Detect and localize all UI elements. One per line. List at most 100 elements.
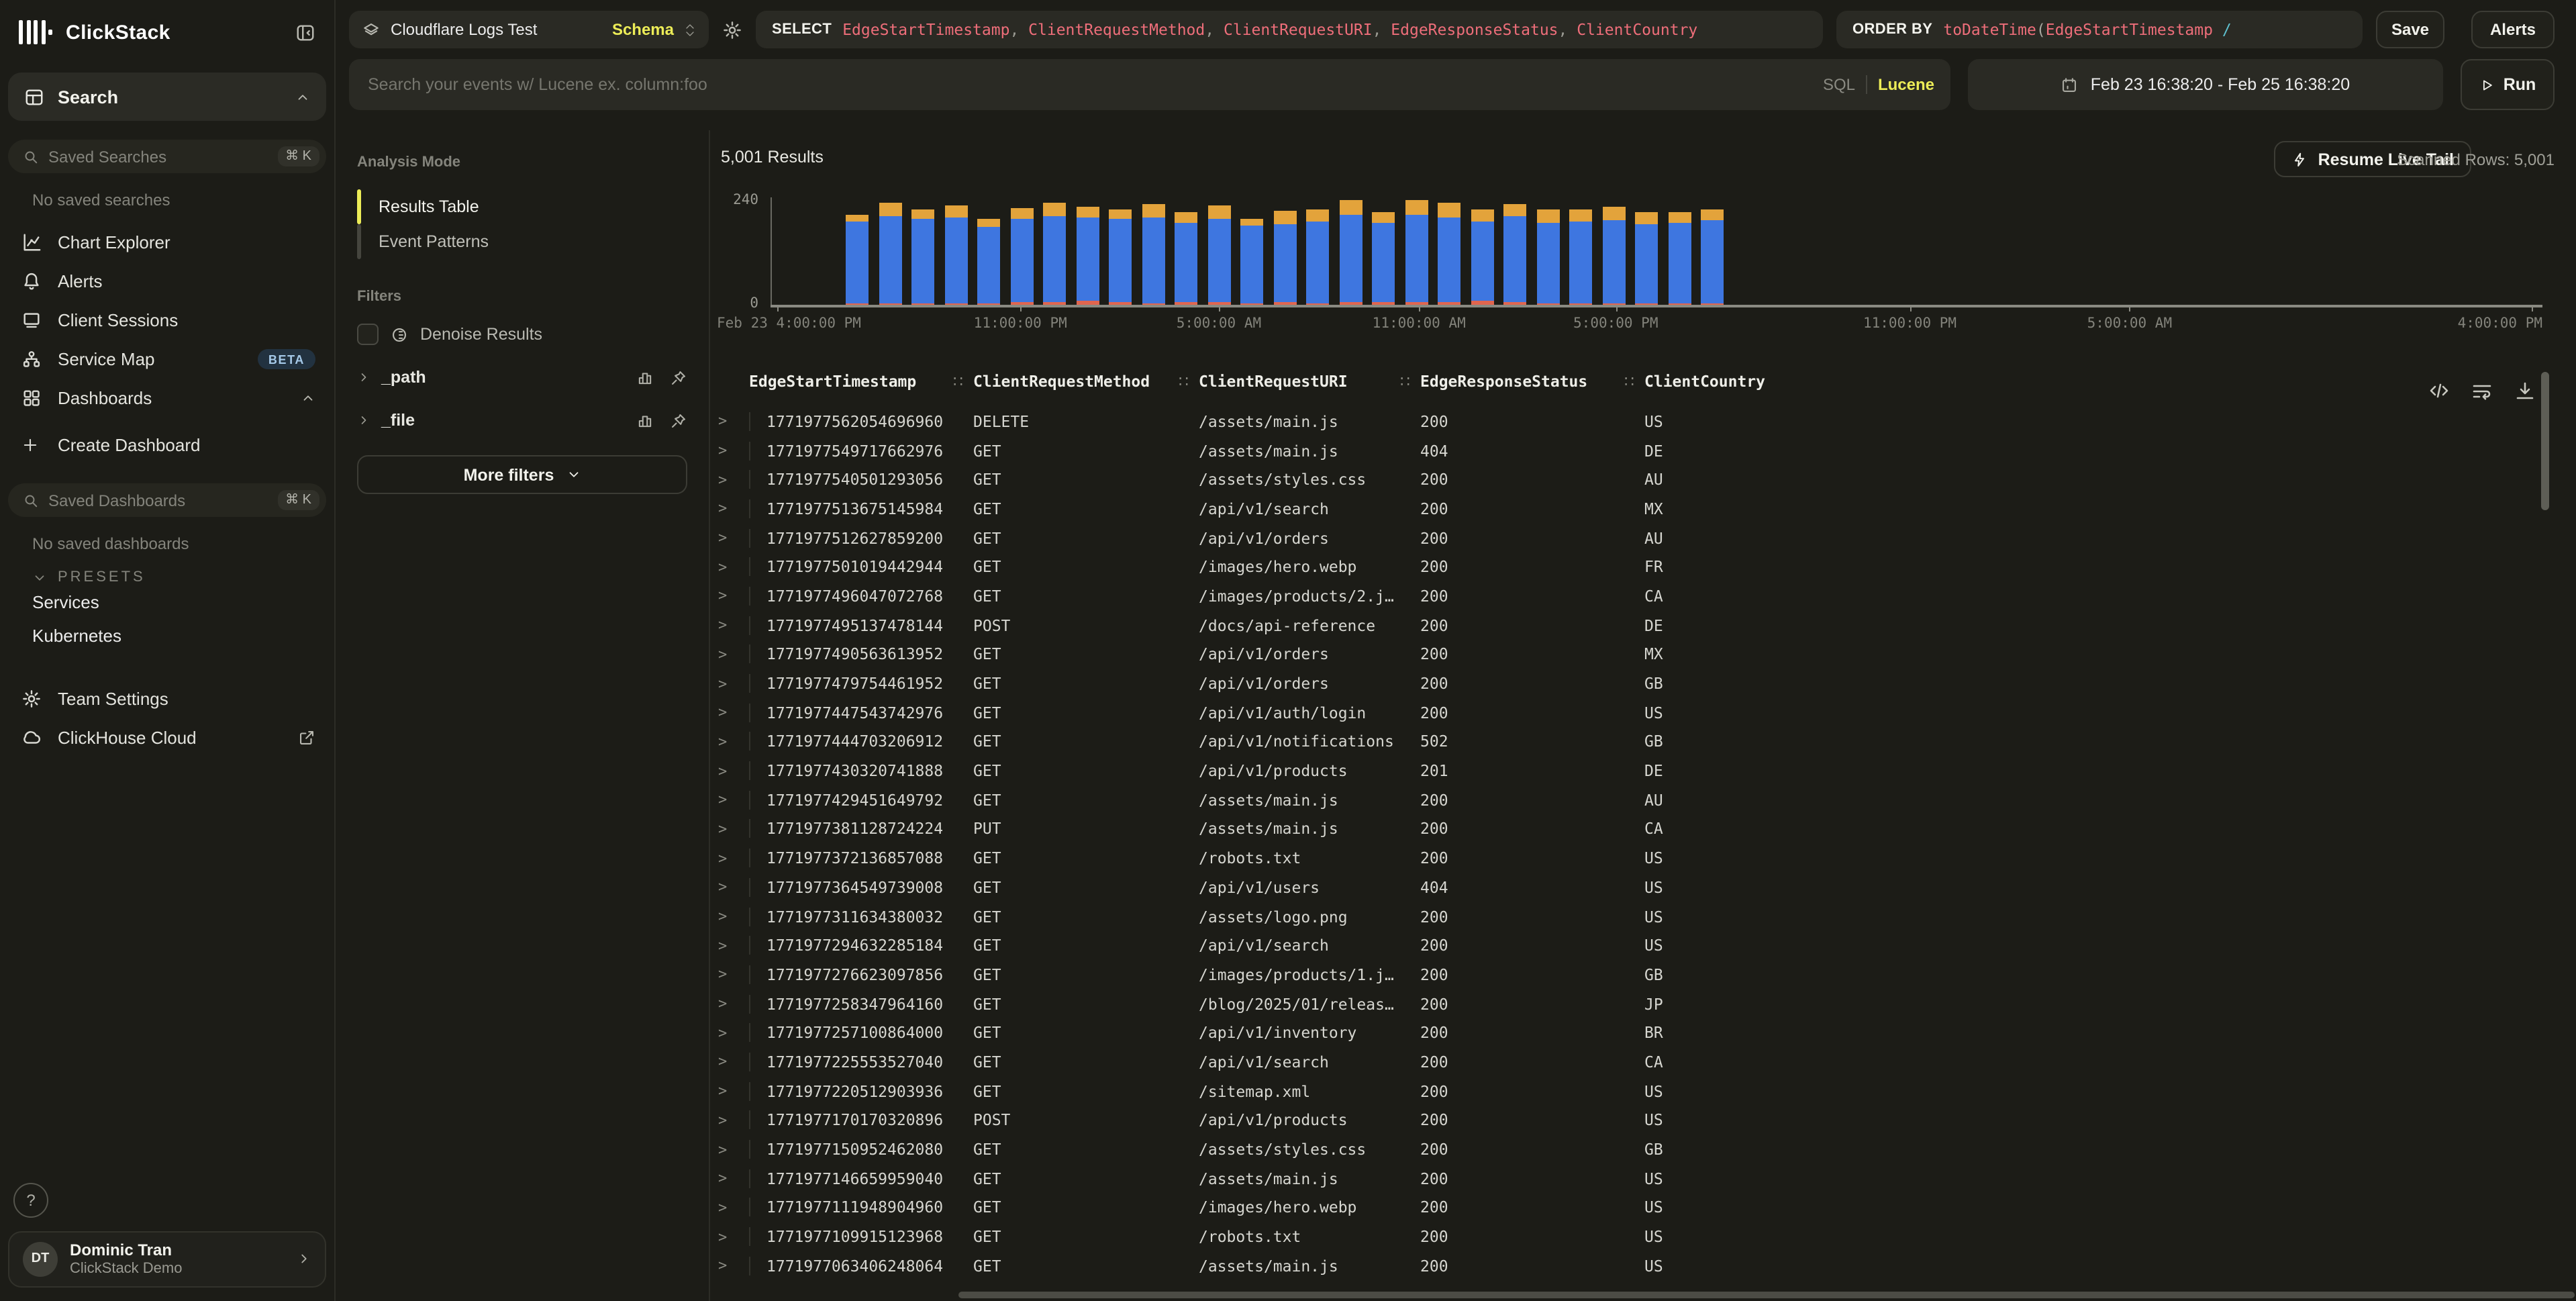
histogram-plot[interactable] xyxy=(771,197,2542,305)
horizontal-scrollbar[interactable] xyxy=(958,1292,2575,1298)
table-row[interactable]: >1771977447543742976GET/api/v1/auth/logi… xyxy=(715,698,2525,727)
order-by-input[interactable]: ORDER BY toDateTime(EdgeStartTimestamp / xyxy=(1836,11,2363,48)
expand-row-chevron-icon[interactable]: > xyxy=(715,733,749,751)
histogram-bar[interactable] xyxy=(977,219,1000,305)
mode-results-table[interactable]: Results Table xyxy=(357,189,687,224)
event-search-bar[interactable]: SQL Lucene xyxy=(349,59,1950,110)
table-row[interactable]: >1771977512627859200GET/api/v1/orders200… xyxy=(715,524,2525,552)
column-grip-icon[interactable]: ∷ xyxy=(1400,372,1410,391)
mode-event-patterns[interactable]: Event Patterns xyxy=(357,224,687,259)
expand-row-chevron-icon[interactable]: > xyxy=(715,616,749,634)
table-row[interactable]: >1771977146659959040GET/assets/main.js20… xyxy=(715,1164,2525,1193)
histogram-bar[interactable] xyxy=(1076,207,1099,305)
histogram-bar[interactable] xyxy=(846,215,869,305)
sidebar-item-dashboards[interactable]: Dashboards xyxy=(0,379,334,418)
create-dashboard-button[interactable]: Create Dashboard xyxy=(0,426,334,465)
presets-header[interactable]: PRESETS xyxy=(32,569,334,585)
field-chart-icon[interactable] xyxy=(636,369,654,386)
expand-row-chevron-icon[interactable]: > xyxy=(715,1169,749,1187)
expand-row-chevron-icon[interactable]: > xyxy=(715,587,749,605)
pin-icon[interactable] xyxy=(670,369,687,386)
column-header[interactable]: ∷ClientRequestMethod xyxy=(973,372,1199,391)
denoise-checkbox[interactable] xyxy=(357,324,379,345)
column-header[interactable]: ∷ClientRequestURI xyxy=(1199,372,1420,391)
histogram-bar[interactable] xyxy=(1372,213,1395,305)
table-row[interactable]: >1771977311634380032GET/assets/logo.png2… xyxy=(715,902,2525,930)
source-settings-gear-icon[interactable] xyxy=(722,11,742,48)
sidebar-item-search[interactable]: Search xyxy=(8,73,326,121)
histogram-bar[interactable] xyxy=(911,209,934,305)
column-grip-icon[interactable]: ∷ xyxy=(1179,372,1189,391)
sidebar-item-clickhouse-cloud[interactable]: ClickHouse Cloud xyxy=(0,718,334,757)
filter-field-file[interactable]: _file xyxy=(357,399,687,442)
table-row[interactable]: >1771977513675145984GET/api/v1/search200… xyxy=(715,494,2525,523)
table-row[interactable]: >1771977501019442944GET/images/hero.webp… xyxy=(715,552,2525,581)
histogram-bar[interactable] xyxy=(1306,209,1329,305)
expand-row-chevron-icon[interactable]: > xyxy=(715,995,749,1012)
table-row[interactable]: >1771977372136857088GET/robots.txt200US xyxy=(715,844,2525,873)
field-chart-icon[interactable] xyxy=(636,412,654,429)
table-row[interactable]: >1771977479754461952GET/api/v1/orders200… xyxy=(715,669,2525,697)
expand-row-chevron-icon[interactable]: > xyxy=(715,966,749,983)
expand-row-chevron-icon[interactable]: > xyxy=(715,500,749,518)
expand-row-chevron-icon[interactable]: > xyxy=(715,1228,749,1245)
table-row[interactable]: >1771977220512903936GET/sitemap.xml200US xyxy=(715,1077,2525,1106)
table-row[interactable]: >1771977111948904960GET/images/hero.webp… xyxy=(715,1193,2525,1222)
histogram-bar[interactable] xyxy=(1240,219,1263,305)
expand-row-chevron-icon[interactable]: > xyxy=(715,849,749,867)
histogram-bar[interactable] xyxy=(1536,209,1559,305)
expand-row-chevron-icon[interactable]: > xyxy=(715,1024,749,1042)
expand-row-chevron-icon[interactable]: > xyxy=(715,471,749,488)
expand-row-chevron-icon[interactable]: > xyxy=(715,820,749,838)
select-clause-input[interactable]: SELECT EdgeStartTimestamp, ClientRequest… xyxy=(756,11,1823,48)
histogram-bar[interactable] xyxy=(1471,209,1493,305)
user-profile-card[interactable]: DT Dominic Tran ClickStack Demo xyxy=(8,1231,326,1288)
expand-row-chevron-icon[interactable]: > xyxy=(715,646,749,663)
histogram-bar[interactable] xyxy=(1207,206,1230,305)
run-button[interactable]: Run xyxy=(2461,59,2555,110)
alerts-button[interactable]: Alerts xyxy=(2471,11,2555,48)
histogram-bar[interactable] xyxy=(1043,202,1066,305)
table-row[interactable]: >1771977294632285184GET/api/v1/search200… xyxy=(715,931,2525,960)
sidebar-item-service-map[interactable]: Service Map BETA xyxy=(0,340,334,379)
expand-row-chevron-icon[interactable]: > xyxy=(715,1053,749,1071)
column-header[interactable]: ∷EdgeResponseStatus xyxy=(1420,372,1644,391)
table-row[interactable]: >1771977430320741888GET/api/v1/products2… xyxy=(715,757,2525,785)
table-row[interactable]: >1771977225553527040GET/api/v1/search200… xyxy=(715,1047,2525,1076)
histogram-bar[interactable] xyxy=(1635,212,1658,305)
histogram-bar[interactable] xyxy=(1405,200,1428,305)
histogram-bar[interactable] xyxy=(1339,201,1362,305)
table-row[interactable]: >1771977549717662976GET/assets/main.js40… xyxy=(715,436,2525,465)
histogram-bar[interactable] xyxy=(944,205,967,305)
column-grip-icon[interactable]: ∷ xyxy=(1624,372,1634,391)
expand-row-chevron-icon[interactable]: > xyxy=(715,413,749,430)
histogram-bar[interactable] xyxy=(879,203,901,305)
table-row[interactable]: >1771977170170320896POST/api/v1/products… xyxy=(715,1106,2525,1135)
table-row[interactable]: >1771977444703206912GET/api/v1/notificat… xyxy=(715,727,2525,756)
histogram-bar[interactable] xyxy=(1668,212,1691,305)
preset-item-services[interactable]: Services xyxy=(0,585,334,619)
source-selector[interactable]: Cloudflare Logs Test Schema xyxy=(349,11,709,48)
table-row[interactable]: >1771977562054696960DELETE/assets/main.j… xyxy=(715,407,2525,436)
table-row[interactable]: >1771977540501293056GET/assets/styles.cs… xyxy=(715,465,2525,494)
table-row[interactable]: >1771977429451649792GET/assets/main.js20… xyxy=(715,785,2525,814)
expand-row-chevron-icon[interactable]: > xyxy=(715,1257,749,1275)
expand-row-chevron-icon[interactable]: > xyxy=(715,675,749,692)
expand-row-chevron-icon[interactable]: > xyxy=(715,1199,749,1216)
table-row[interactable]: >1771977490563613952GET/api/v1/orders200… xyxy=(715,640,2525,669)
histogram-bar[interactable] xyxy=(1438,203,1460,305)
save-button[interactable]: Save xyxy=(2376,11,2444,48)
collapse-sidebar-icon[interactable] xyxy=(295,22,315,42)
expand-row-chevron-icon[interactable]: > xyxy=(715,936,749,954)
pin-icon[interactable] xyxy=(670,412,687,429)
expand-row-chevron-icon[interactable]: > xyxy=(715,879,749,896)
table-row[interactable]: >1771977063406248064GET/assets/main.js20… xyxy=(715,1251,2525,1280)
saved-dashboards-input[interactable]: Saved Dashboards ⌘ K xyxy=(8,483,326,517)
expand-row-chevron-icon[interactable]: > xyxy=(715,1141,749,1158)
expand-row-chevron-icon[interactable]: > xyxy=(715,1112,749,1129)
schema-select[interactable]: Schema xyxy=(612,20,674,39)
table-row[interactable]: >1771977150952462080GET/assets/styles.cs… xyxy=(715,1135,2525,1163)
histogram-bar[interactable] xyxy=(1142,204,1165,305)
chevron-up-icon[interactable] xyxy=(301,391,315,405)
chevron-up-icon[interactable] xyxy=(295,89,310,104)
